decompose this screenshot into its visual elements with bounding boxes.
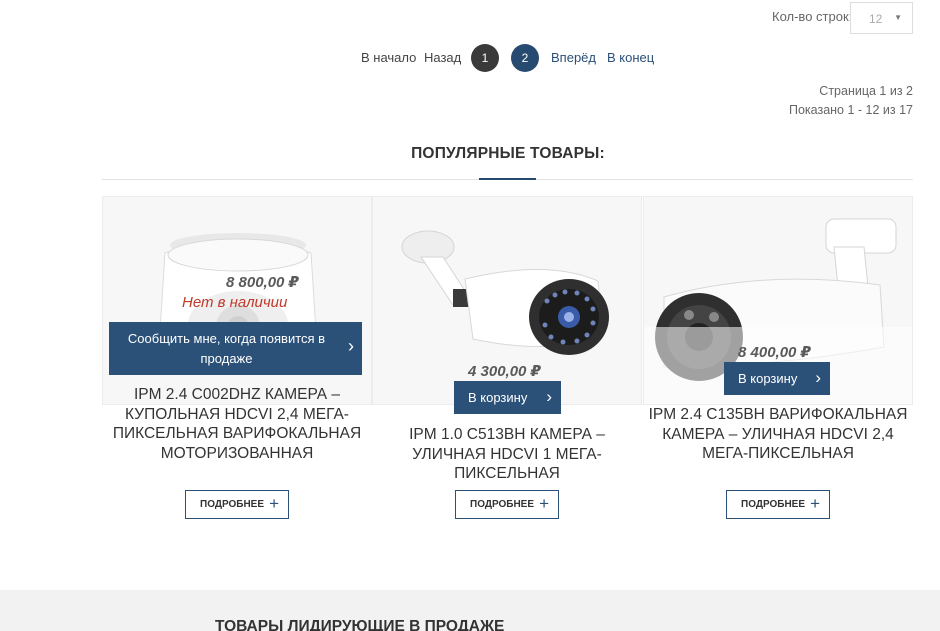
chevron-right-icon: › (815, 368, 821, 387)
product-card: 8 400,00 ₽ В корзину › IPM 2.4 C135BH Ва… (643, 196, 913, 526)
rows-per-page-value: 12 (869, 12, 883, 26)
chevron-right-icon: › (348, 336, 354, 356)
add-to-cart-button[interactable]: В корзину › (724, 362, 830, 395)
rows-per-page-label: Кол-во строк: (772, 9, 853, 24)
caret-down-icon: ▼ (894, 13, 902, 22)
product-name[interactable]: IPM 1.0 C513BH Камера – уличная HDCVI 1 … (372, 425, 642, 484)
page-info: Страница 1 из 2 Показано 1 - 12 из 17 (789, 82, 913, 120)
pagination-start-link[interactable]: В начало (361, 50, 416, 65)
product-price: 8 800,00 ₽ (226, 274, 299, 291)
product-name[interactable]: IPM 2.4 C002DHZ Камера – купольная HDCVI… (102, 385, 372, 463)
pagination: В начало Назад 1 2 Вперёд В конец (0, 44, 940, 72)
items-shown-counter: Показано 1 - 12 из 17 (788, 103, 913, 117)
details-button[interactable]: ПОДРОБНЕЕ + (455, 490, 559, 519)
plus-icon: + (810, 494, 820, 513)
product-card: 4 300,00 ₽ В корзину › IPM 1.0 C513BH Ка… (372, 196, 642, 526)
details-button-label: ПОДРОБНЕЕ (200, 499, 265, 510)
plus-icon: + (269, 494, 279, 513)
details-button[interactable]: ПОДРОБНЕЕ + (726, 490, 830, 519)
chevron-right-icon: › (546, 387, 552, 406)
pagination-back-link[interactable]: Назад (424, 50, 461, 65)
stock-status: Нет в наличии (182, 294, 288, 311)
details-button-label: ПОДРОБНЕЕ (470, 499, 535, 510)
pagination-page-1[interactable]: 1 (471, 44, 499, 72)
add-to-cart-label: В корзину (738, 371, 798, 386)
add-to-cart-label: В корзину (468, 390, 528, 405)
section-accent-bar (479, 178, 536, 180)
pagination-next-link[interactable]: Вперёд (551, 50, 596, 65)
pagination-page-2[interactable]: 2 (511, 44, 539, 72)
notify-when-available-button[interactable]: Сообщить мне, когда появится в продаже › (109, 322, 362, 375)
product-price: 4 300,00 ₽ (468, 363, 541, 380)
notify-button-label: Сообщить мне, когда появится в продаже (127, 331, 326, 366)
product-card: 8 800,00 ₽ Нет в наличии Сообщить мне, к… (102, 196, 372, 526)
pagination-end-link[interactable]: В конец (607, 50, 654, 65)
section-title: ПОПУЛЯРНЫЕ ТОВАРЫ: (411, 145, 605, 162)
plus-icon: + (539, 494, 549, 513)
add-to-cart-button[interactable]: В корзину › (454, 381, 561, 414)
product-price: 8 400,00 ₽ (738, 344, 811, 361)
bestsellers-title: ТОВАРЫ ЛИДИРУЮЩИЕ В ПРОДАЖЕ (215, 618, 505, 631)
page-counter: Страница 1 из 2 (819, 84, 913, 98)
details-button[interactable]: ПОДРОБНЕЕ + (185, 490, 289, 519)
bestsellers-section: ТОВАРЫ ЛИДИРУЮЩИЕ В ПРОДАЖЕ (0, 590, 940, 631)
rows-per-page-select[interactable]: 12 ▼ (850, 2, 913, 34)
details-button-label: ПОДРОБНЕЕ (741, 499, 806, 510)
product-name[interactable]: IPM 2.4 C135BH Варифокальная камера – ул… (643, 405, 913, 464)
